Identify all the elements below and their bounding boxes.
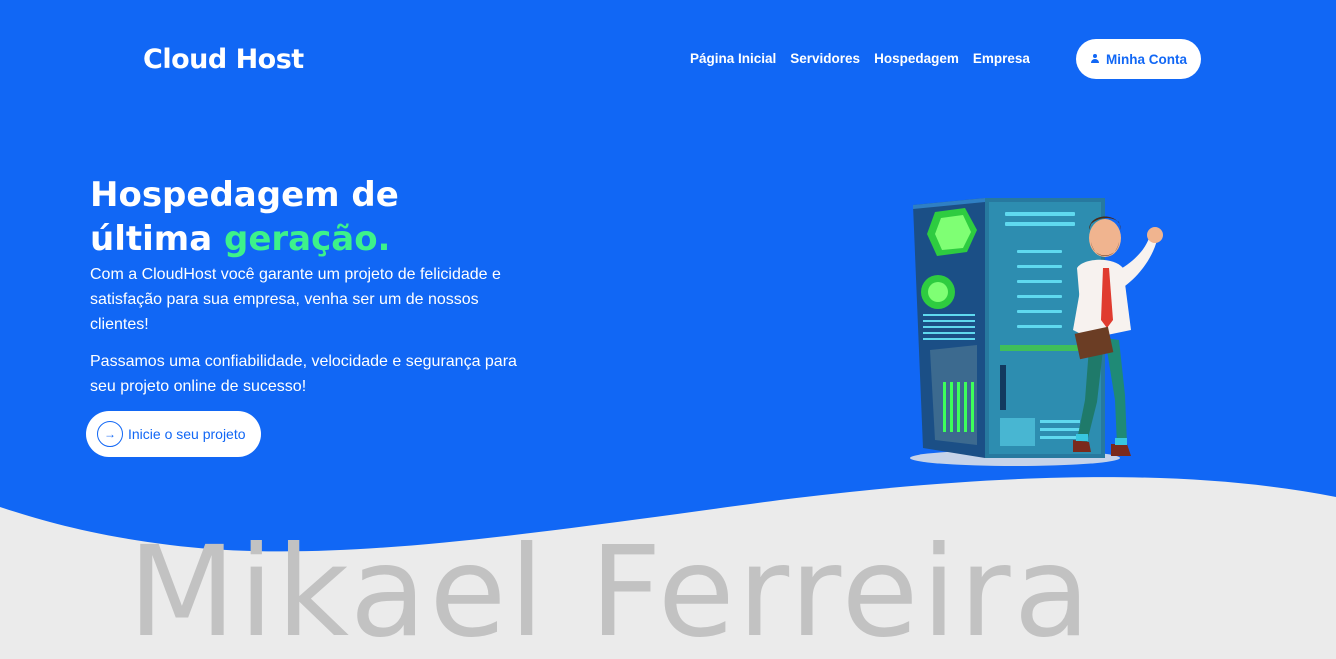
server-illustration <box>910 198 1163 466</box>
user-icon <box>1090 54 1100 64</box>
hero-title-accent: geração. <box>223 219 391 259</box>
account-button[interactable]: Minha Conta <box>1076 39 1201 79</box>
nav-item-servidores[interactable]: Servidores <box>790 51 860 66</box>
hero-paragraph-2: Passamos uma confiabilidade, velocidade … <box>90 353 517 395</box>
watermark-text: Mikael Ferreira <box>128 520 1094 659</box>
hero-title-line1: Hospedagem de <box>90 175 399 215</box>
start-project-button[interactable]: → Inicie o seu projeto <box>86 411 261 457</box>
hero-paragraph-1: Com a CloudHost você garante um projeto … <box>90 266 501 333</box>
logo[interactable]: Cloud Host <box>143 44 304 75</box>
hero-title-line2: última <box>90 219 224 259</box>
nav-item-pagina-inicial[interactable]: Página Inicial <box>690 51 776 66</box>
nav-item-hospedagem[interactable]: Hospedagem <box>874 51 959 66</box>
nav-item-empresa[interactable]: Empresa <box>973 51 1030 66</box>
arrow-right-icon: → <box>97 421 123 447</box>
hero-title: Hospedagem de última geração. <box>90 173 550 261</box>
account-button-label: Minha Conta <box>1106 51 1187 67</box>
main-nav: Página Inicial Servidores Hospedagem Emp… <box>690 51 1030 66</box>
start-project-label: Inicie o seu projeto <box>128 426 246 442</box>
